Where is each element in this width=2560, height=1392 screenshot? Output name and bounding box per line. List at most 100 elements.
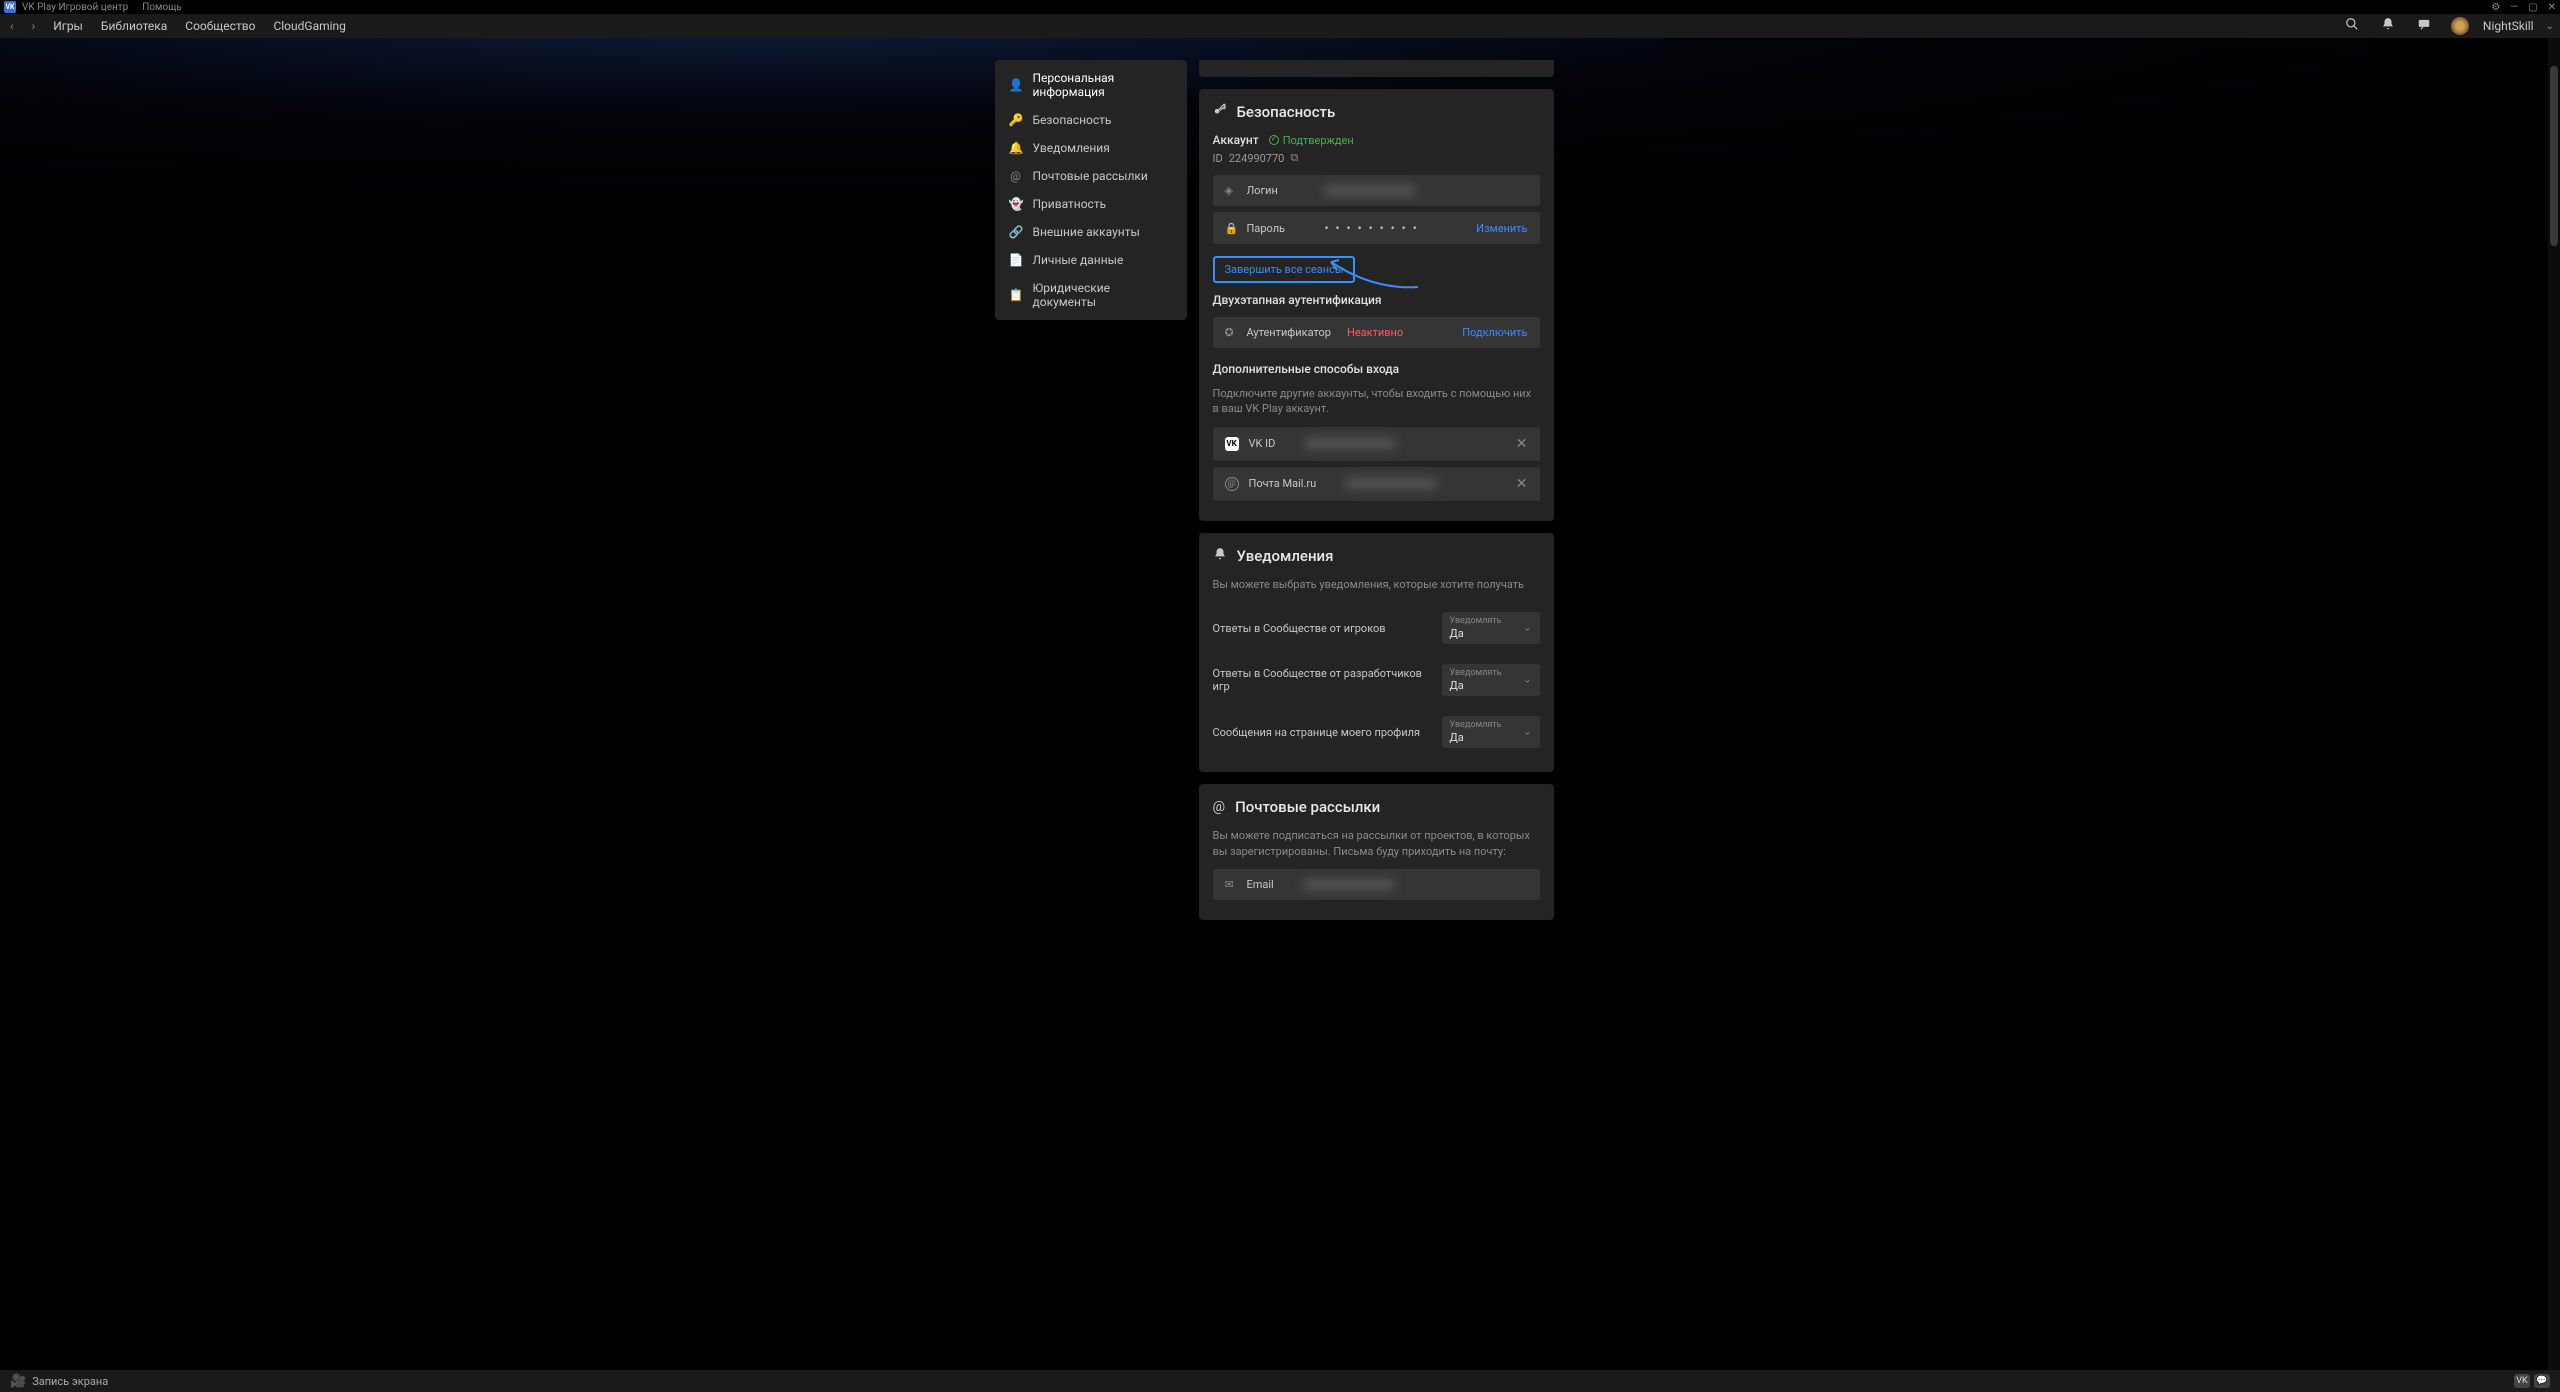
- email-value-redacted: xxxxxxx: [1304, 879, 1394, 890]
- document-icon: 📄: [1009, 253, 1023, 267]
- panel-previous-cut: [1199, 60, 1554, 77]
- chevron-down-icon: ⌄: [1523, 727, 1531, 738]
- email-row: ✉ Email xxxxxxx: [1213, 869, 1540, 900]
- scrollbar-thumb[interactable]: [2550, 66, 2558, 246]
- notif-select-developers[interactable]: Уведомлять Да ⌄: [1442, 664, 1540, 696]
- nav-community[interactable]: Сообщество: [181, 19, 259, 33]
- app-title: VK Play Игровой центр: [22, 2, 128, 13]
- at-icon: @: [1213, 799, 1226, 815]
- window-minimize-icon[interactable]: —: [2510, 2, 2518, 13]
- shield-icon: ✪: [1225, 326, 1237, 339]
- sidebar-item-label: Почтовые рассылки: [1033, 169, 1148, 183]
- nav-library[interactable]: Библиотека: [97, 19, 171, 33]
- sidebar-item-notifications[interactable]: 🔔 Уведомления: [995, 134, 1187, 162]
- extra-login-text: Подключите другие аккаунты, чтобы входит…: [1213, 386, 1540, 417]
- envelope-icon: ✉: [1225, 878, 1237, 891]
- chevron-down-icon: ⌄: [1523, 675, 1531, 686]
- end-all-sessions-button[interactable]: Завершить все сеансы: [1213, 256, 1356, 283]
- tray-vk-icon[interactable]: VK: [2514, 1374, 2530, 1388]
- nav-forward-icon[interactable]: ›: [28, 19, 40, 33]
- bell-icon: [1213, 547, 1227, 565]
- nav-cloudgaming[interactable]: CloudGaming: [269, 19, 349, 33]
- link-icon: 🔗: [1009, 225, 1023, 239]
- top-nav: ‹ › Игры Библиотека Сообщество CloudGami…: [0, 14, 2560, 38]
- security-panel: Безопасность Аккаунт Подтвержден ID 2249…: [1199, 89, 1554, 521]
- bell-icon: 🔔: [1009, 141, 1023, 155]
- nav-games[interactable]: Игры: [49, 19, 87, 33]
- sidebar-item-mailings[interactable]: @ Почтовые рассылки: [995, 162, 1187, 190]
- help-link[interactable]: Помощь: [142, 2, 182, 13]
- vk-id-value-redacted: xxxxxxx: [1305, 438, 1395, 449]
- account-label: Аккаунт: [1213, 133, 1259, 147]
- authenticator-row: ✪ Аутентификатор Неактивно Подключить: [1213, 317, 1540, 348]
- login-icon: ◈: [1225, 184, 1237, 197]
- password-dots: • • • • • • • • •: [1325, 221, 1467, 235]
- settings-gear-icon[interactable]: ⚙: [2491, 2, 2500, 13]
- mailings-subtitle: Вы можете подписаться на рассылки от про…: [1213, 828, 1540, 859]
- sidebar-item-security[interactable]: 🔑 Безопасность: [995, 106, 1187, 134]
- vk-icon: VK: [1225, 437, 1239, 451]
- verified-badge: Подтвержден: [1269, 134, 1354, 147]
- notif-select-profile[interactable]: Уведомлять Да ⌄: [1442, 716, 1540, 748]
- chevron-down-icon: ⌄: [1523, 623, 1531, 634]
- notif-row-players: Ответы в Сообществе от игроков Уведомлят…: [1213, 602, 1540, 654]
- clipboard-icon: 📋: [1009, 288, 1023, 302]
- bell-icon[interactable]: [2375, 17, 2401, 35]
- connect-authenticator-link[interactable]: Подключить: [1462, 326, 1527, 339]
- sidebar-item-label: Приватность: [1033, 197, 1107, 211]
- mailru-value-redacted: xxxxxxx: [1346, 478, 1436, 489]
- mailru-icon: @: [1225, 477, 1239, 491]
- tray-chat-icon[interactable]: 💬: [2534, 1374, 2550, 1388]
- sidebar-item-label: Личные данные: [1033, 253, 1124, 267]
- mailings-panel: @ Почтовые рассылки Вы можете подписатьс…: [1199, 784, 1554, 920]
- nav-back-icon[interactable]: ‹: [6, 19, 18, 33]
- remove-mailru-icon[interactable]: ✕: [1516, 476, 1528, 492]
- notif-row-developers: Ответы в Сообществе от разработчиков игр…: [1213, 654, 1540, 706]
- notif-row-profile-messages: Сообщения на странице моего профиля Увед…: [1213, 706, 1540, 758]
- window-maximize-icon[interactable]: ▢: [2528, 2, 2537, 13]
- search-icon[interactable]: [2339, 17, 2365, 35]
- sidebar-item-label: Внешние аккаунты: [1033, 225, 1140, 239]
- check-icon: [1269, 135, 1279, 145]
- sidebar-item-personal-info[interactable]: 👤 Персональная информация: [995, 64, 1187, 106]
- sidebar-item-personal-data[interactable]: 📄 Личные данные: [995, 246, 1187, 274]
- id-label: ID: [1213, 152, 1223, 165]
- login-value-redacted: xxxxxxxx: [1325, 185, 1415, 196]
- sidebar-item-privacy[interactable]: 👻 Приватность: [995, 190, 1187, 218]
- sidebar-item-label: Безопасность: [1033, 113, 1112, 127]
- notif-select-players[interactable]: Уведомлять Да ⌄: [1442, 612, 1540, 644]
- notifications-panel: Уведомления Вы можете выбрать уведомлени…: [1199, 533, 1554, 772]
- user-menu-chevron-icon[interactable]: ⌄: [2546, 21, 2554, 32]
- chat-icon[interactable]: [2411, 17, 2437, 35]
- key-icon: [1213, 103, 1227, 121]
- login-field: ◈ Логин xxxxxxxx: [1213, 175, 1540, 206]
- panel-title: Уведомления: [1237, 547, 1334, 565]
- remove-vk-id-icon[interactable]: ✕: [1516, 436, 1528, 452]
- id-value: 224990770: [1229, 152, 1285, 165]
- panel-title: Почтовые рассылки: [1235, 798, 1380, 816]
- sidebar-item-label: Персональная информация: [1033, 71, 1173, 99]
- ghost-icon: 👻: [1009, 197, 1023, 211]
- sidebar-item-label: Юридические документы: [1033, 281, 1173, 309]
- bottom-bar: 🎥 Запись экрана VK 💬: [0, 1370, 2560, 1392]
- change-password-link[interactable]: Изменить: [1476, 222, 1527, 235]
- mailru-row: @ Почта Mail.ru xxxxxxx ✕: [1213, 467, 1540, 501]
- sidebar-item-legal[interactable]: 📋 Юридические документы: [995, 274, 1187, 316]
- settings-sidebar: 👤 Персональная информация 🔑 Безопасность…: [995, 60, 1187, 320]
- user-avatar[interactable]: [2451, 17, 2469, 35]
- sidebar-item-external-accounts[interactable]: 🔗 Внешние аккаунты: [995, 218, 1187, 246]
- recording-label[interactable]: Запись экрана: [32, 1375, 108, 1388]
- vk-id-row: VK VK ID xxxxxxx ✕: [1213, 427, 1540, 461]
- vertical-scrollbar[interactable]: [2548, 38, 2560, 1370]
- sidebar-item-label: Уведомления: [1033, 141, 1110, 155]
- username-label[interactable]: NightSkill: [2483, 19, 2534, 33]
- two-factor-heading: Двухэтапная аутентификация: [1213, 293, 1540, 307]
- window-close-icon[interactable]: ✕: [2548, 2, 2556, 13]
- titlebar: VK VK Play Игровой центр Помощь ⚙ — ▢ ✕: [0, 0, 2560, 14]
- record-icon[interactable]: 🎥: [10, 1374, 26, 1389]
- person-icon: 👤: [1009, 78, 1023, 92]
- app-logo-icon: VK: [4, 1, 16, 13]
- copy-icon[interactable]: ⧉: [1290, 151, 1298, 165]
- key-icon: 🔑: [1009, 113, 1023, 127]
- main-viewport: 👤 Персональная информация 🔑 Безопасность…: [0, 38, 2548, 1370]
